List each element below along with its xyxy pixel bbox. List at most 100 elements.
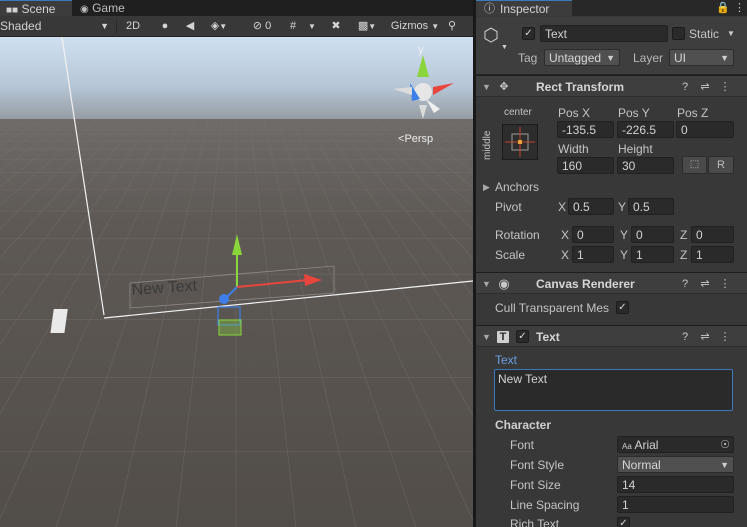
tools-icon: ✖ — [331, 20, 341, 32]
tools-button[interactable]: ✖ — [326, 18, 346, 35]
persp-label-text: Persp — [404, 133, 433, 145]
search-icon: ⚲ — [448, 20, 457, 32]
tab-game[interactable]: ◉ Game — [74, 0, 146, 16]
lighting-toggle-button[interactable]: ● — [155, 18, 175, 35]
text-component-header[interactable]: ▼ T ✓ Text ? ⇌ ⋮ — [476, 325, 747, 347]
anchor-horizontal-label: center — [504, 107, 532, 118]
grid-options-dropdown[interactable]: ▼ — [305, 18, 319, 35]
scene-visibility-toggle[interactable]: ⊘ 0 — [245, 18, 279, 35]
static-checkbox[interactable] — [672, 27, 685, 40]
perspective-label[interactable]: <Persp — [398, 133, 433, 145]
width-field[interactable]: 160 — [557, 157, 614, 174]
draw-mode-dropdown[interactable]: Shaded ▼ — [0, 18, 112, 35]
pos-x-value: -135.5 — [562, 123, 597, 137]
static-dropdown-caret-icon[interactable]: ▼ — [727, 29, 735, 38]
width-value: 160 — [562, 159, 583, 173]
preset-sliders-icon[interactable]: ⇌ — [699, 331, 711, 343]
anchors-foldout-arrow-icon[interactable]: ▶ — [483, 182, 490, 193]
effects-dropdown[interactable]: ◈▼ — [205, 18, 233, 35]
icon-dropdown-caret-icon[interactable]: ▼ — [501, 44, 508, 51]
font-object-field[interactable]: Aa Arial ☉ — [617, 436, 734, 453]
gizmo-plane-handle-green[interactable] — [218, 319, 242, 336]
pos-x-field[interactable]: -135.5 — [557, 121, 614, 138]
object-name-field[interactable]: Text — [540, 25, 668, 42]
gizmo-z-handle-icon[interactable] — [219, 294, 229, 304]
scene-viewport[interactable]: New Text y <Persp — [0, 36, 473, 527]
object-active-checkbox[interactable]: ✓ — [522, 27, 535, 40]
tab-scene-label: Scene — [21, 2, 56, 16]
gizmos-label: Gizmos — [390, 20, 429, 32]
scene-panel: ■■ Scene ◉ Game Shaded ▼ 2D ● ◀ ◈▼ ⊘ 0 #… — [0, 0, 473, 527]
more-options-icon[interactable]: ⋮ — [719, 331, 731, 343]
2d-toggle-button[interactable]: 2D — [121, 18, 145, 35]
lock-icon[interactable]: 🔒 — [716, 1, 730, 14]
height-field[interactable]: 30 — [617, 157, 674, 174]
scale-z-value: 1 — [696, 248, 703, 262]
cull-transparent-checkbox[interactable]: ✓ — [616, 301, 629, 314]
audio-toggle-button[interactable]: ◀ — [180, 18, 200, 35]
font-size-field[interactable]: 14 — [617, 476, 734, 493]
lightbulb-icon: ● — [161, 20, 169, 32]
scale-y-field[interactable]: 1 — [631, 246, 674, 263]
help-icon[interactable]: ? — [679, 331, 691, 343]
rect-transform-header[interactable]: ▼ ✥ Rect Transform ? ⇌ ⋮ — [476, 75, 747, 97]
rotation-z-value: 0 — [696, 228, 703, 242]
font-asset-icon: Aa — [622, 442, 632, 451]
orientation-y-label: y — [418, 44, 424, 56]
text-component-title: Text — [536, 330, 560, 344]
scale-y-label: Y — [620, 248, 629, 262]
width-label: Width — [558, 142, 589, 156]
preset-sliders-icon[interactable]: ⇌ — [699, 81, 711, 93]
character-section-label: Character — [495, 418, 552, 432]
layer-dropdown[interactable]: UI ▼ — [669, 49, 734, 66]
rotation-y-field[interactable]: 0 — [631, 226, 674, 243]
scale-x-value: 1 — [577, 248, 584, 262]
line-spacing-field[interactable]: 1 — [617, 496, 734, 513]
rotation-x-field[interactable]: 0 — [572, 226, 614, 243]
scale-label: Scale — [495, 248, 526, 262]
tag-value: Untagged — [549, 51, 602, 65]
more-options-icon[interactable]: ⋮ — [734, 1, 745, 14]
scale-x-field[interactable]: 1 — [572, 246, 614, 263]
object-picker-icon[interactable]: ☉ — [720, 437, 730, 452]
layer-label: Layer — [633, 51, 664, 65]
camera-dropdown[interactable]: ▩▼ — [352, 18, 382, 35]
pivot-x-field[interactable]: 0.5 — [568, 198, 614, 215]
pivot-x-value: 0.5 — [573, 200, 590, 214]
pos-z-field[interactable]: 0 — [676, 121, 734, 138]
rotation-label: Rotation — [495, 228, 540, 242]
pos-y-field[interactable]: -226.5 — [617, 121, 674, 138]
font-label: Font — [510, 438, 535, 452]
raw-edit-mode-button[interactable]: R — [708, 156, 734, 174]
draw-mode-value: Shaded — [0, 19, 42, 33]
preset-sliders-icon[interactable]: ⇌ — [699, 278, 711, 290]
line-spacing-value: 1 — [622, 498, 629, 512]
canvas-renderer-header[interactable]: ▼ ◉ Canvas Renderer ? ⇌ ⋮ — [476, 272, 747, 294]
tag-dropdown[interactable]: Untagged ▼ — [544, 49, 620, 66]
checkmark-icon: ✓ — [518, 331, 527, 342]
help-icon[interactable]: ? — [679, 278, 691, 290]
rich-text-checkbox[interactable]: ✓ — [617, 517, 630, 527]
checkmark-icon: ✓ — [618, 302, 627, 313]
scene-view-canvas[interactable]: New Text y <Persp — [0, 36, 473, 527]
rotation-z-field[interactable]: 0 — [691, 226, 734, 243]
chevron-down-icon: ▼ — [431, 22, 440, 31]
scene-tabbar: ■■ Scene ◉ Game — [0, 0, 473, 16]
gizmos-dropdown[interactable]: Gizmos ▼ — [385, 18, 445, 35]
help-icon[interactable]: ? — [679, 81, 691, 93]
blueprint-mode-button[interactable]: ⬚ — [682, 156, 707, 174]
text-enabled-checkbox[interactable]: ✓ — [516, 330, 529, 343]
scale-z-field[interactable]: 1 — [691, 246, 734, 263]
tab-scene[interactable]: ■■ Scene — [0, 0, 72, 16]
more-options-icon[interactable]: ⋮ — [719, 81, 731, 93]
pivot-y-field[interactable]: 0.5 — [628, 198, 674, 215]
scale-y-value: 1 — [636, 248, 643, 262]
grid-toggle-button[interactable]: # — [284, 18, 302, 35]
more-options-icon[interactable]: ⋮ — [719, 278, 731, 290]
text-content-area[interactable]: New Text — [494, 369, 733, 411]
search-dropdown[interactable]: ⚲ — [448, 18, 470, 35]
anchor-preset-icon — [505, 127, 535, 157]
font-style-dropdown[interactable]: Normal ▼ — [617, 456, 734, 473]
tab-inspector[interactable]: ⓘ Inspector — [476, 0, 572, 16]
anchor-presets-button[interactable] — [502, 124, 538, 160]
